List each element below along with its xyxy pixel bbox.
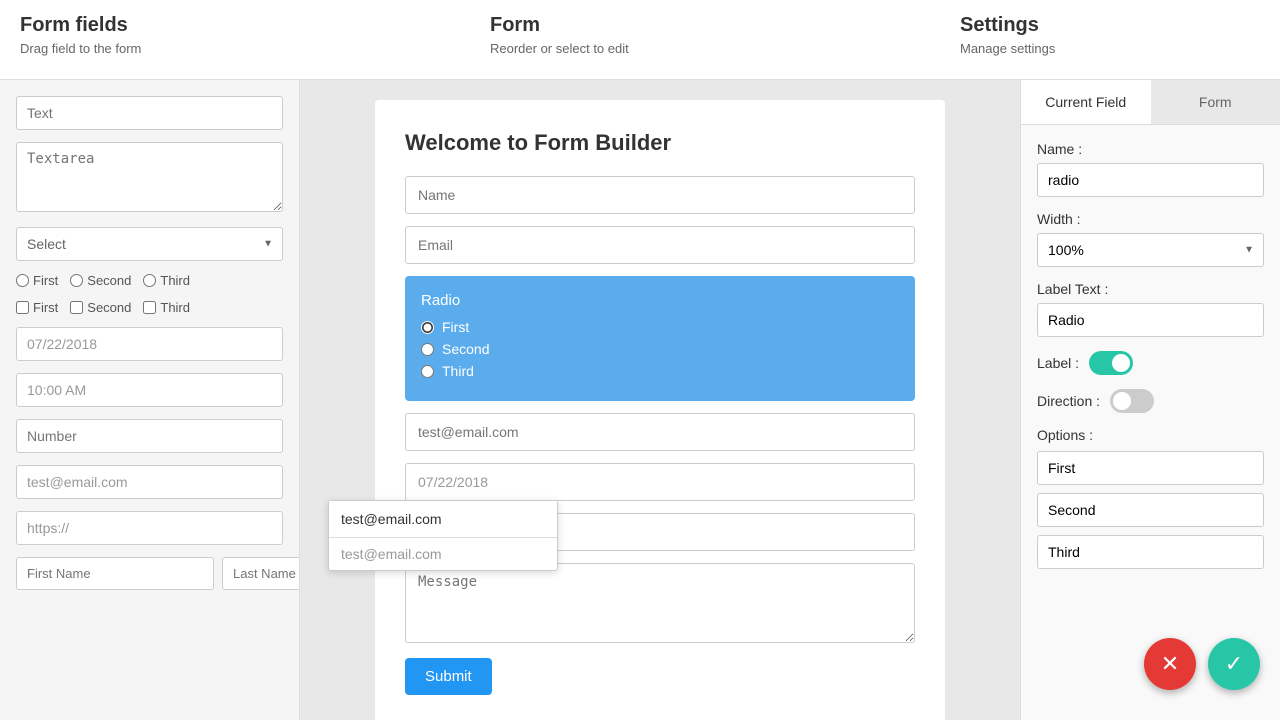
form-radio-option-first[interactable]: First — [421, 319, 899, 335]
setting-name-input[interactable] — [1037, 163, 1264, 197]
header-settings-subtitle: Manage settings — [960, 41, 1260, 56]
setting-label-toggle-row: Label : — [1037, 351, 1264, 375]
setting-width-select[interactable]: 100% 75% 50% 25% — [1037, 233, 1264, 267]
setting-direction-toggle[interactable] — [1110, 389, 1154, 413]
settings-tabs: Current Field Form — [1021, 80, 1280, 125]
header-settings: Settings Manage settings — [960, 14, 1260, 56]
form-radio-option-second[interactable]: Second — [421, 341, 899, 357]
textarea-field-input[interactable] — [16, 142, 283, 212]
lastname-field-input[interactable] — [222, 557, 300, 590]
radio-option-first[interactable]: First — [16, 273, 58, 288]
setting-option3-input[interactable] — [1037, 535, 1264, 569]
email-field-input[interactable] — [16, 465, 283, 499]
header-form-title: Form — [490, 14, 960, 37]
radio-option-second[interactable]: Second — [70, 273, 131, 288]
form-message-input[interactable] — [405, 563, 915, 643]
header-form-fields-title: Form fields — [20, 14, 490, 37]
time-field-input[interactable] — [16, 373, 283, 407]
time-field-item — [16, 373, 283, 407]
fab-confirm-button[interactable]: ✓ — [1208, 638, 1260, 690]
form-radio-option-third[interactable]: Third — [421, 363, 899, 379]
form-title: Welcome to Form Builder — [405, 130, 915, 156]
setting-label-toggle-label: Label : — [1037, 355, 1079, 371]
setting-width-select-wrapper: 100% 75% 50% 25% — [1037, 233, 1264, 267]
checkbox-option-third[interactable]: Third — [143, 300, 190, 315]
form-submit-button[interactable]: Submit — [405, 658, 492, 695]
setting-label-toggle[interactable] — [1089, 351, 1133, 375]
tab-form[interactable]: Form — [1151, 80, 1280, 124]
setting-direction-toggle-label: Direction : — [1037, 393, 1100, 409]
radio-option-third[interactable]: Third — [143, 273, 190, 288]
autocomplete-input[interactable] — [329, 501, 557, 538]
checkbox-option-second[interactable]: Second — [70, 300, 131, 315]
date-field-item — [16, 327, 283, 361]
setting-direction-toggle-row: Direction : — [1037, 389, 1264, 413]
tab-current-field[interactable]: Current Field — [1021, 80, 1151, 124]
email-field-item — [16, 465, 283, 499]
number-field-item — [16, 419, 283, 453]
settings-body: Name : Width : 100% 75% 50% 25% Label Te… — [1021, 125, 1280, 607]
url-field-item — [16, 511, 283, 545]
form-radio-label: Radio — [421, 292, 899, 309]
date-field-input[interactable] — [16, 327, 283, 361]
text-field-item — [16, 96, 283, 130]
setting-option2-input[interactable] — [1037, 493, 1264, 527]
checkbox-group: First Second Third — [16, 300, 283, 315]
firstname-field-input[interactable] — [16, 557, 214, 590]
setting-label-text-input[interactable] — [1037, 303, 1264, 337]
header-form-subtitle: Reorder or select to edit — [490, 41, 960, 56]
form-date-input[interactable] — [405, 463, 915, 501]
fab-cancel-button[interactable]: ✕ — [1144, 638, 1196, 690]
setting-label-text-label: Label Text : — [1037, 281, 1264, 297]
right-panel: Current Field Form Name : Width : 100% 7… — [1020, 80, 1280, 720]
setting-option1-input[interactable] — [1037, 451, 1264, 485]
number-field-input[interactable] — [16, 419, 283, 453]
setting-width-label: Width : — [1037, 211, 1264, 227]
radio-group: First Second Third — [16, 273, 283, 288]
left-panel: Select First Second Third — [0, 80, 300, 720]
setting-options-label: Options : — [1037, 427, 1264, 443]
checkbox-field-item: First Second Third — [16, 300, 283, 315]
select-field-input[interactable]: Select — [16, 227, 283, 261]
setting-label-toggle-slider — [1089, 351, 1133, 375]
form-email2-input[interactable] — [405, 413, 915, 451]
fab-area: ✕ ✓ — [1144, 638, 1260, 690]
setting-width-row: Width : 100% 75% 50% 25% — [1037, 211, 1264, 267]
setting-options-section: Options : — [1037, 427, 1264, 577]
center-panel: Welcome to Form Builder Radio First Seco… — [300, 80, 1020, 720]
setting-direction-toggle-slider — [1110, 389, 1154, 413]
header-settings-title: Settings — [960, 14, 1260, 37]
header-form-fields: Form fields Drag field to the form — [20, 14, 490, 56]
main-layout: Select First Second Third — [0, 80, 1280, 720]
select-field-item: Select — [16, 227, 283, 261]
autocomplete-popup: test@email.com — [328, 500, 558, 571]
text-field-input[interactable] — [16, 96, 283, 130]
header-form: Form Reorder or select to edit — [490, 14, 960, 56]
header-form-fields-subtitle: Drag field to the form — [20, 41, 490, 56]
setting-label-text-row: Label Text : — [1037, 281, 1264, 337]
radio-field-item: First Second Third — [16, 273, 283, 288]
form-card: Welcome to Form Builder Radio First Seco… — [375, 100, 945, 720]
form-email-input[interactable] — [405, 226, 915, 264]
url-field-input[interactable] — [16, 511, 283, 545]
textarea-field-item — [16, 142, 283, 215]
autocomplete-suggestion[interactable]: test@email.com — [329, 538, 557, 570]
setting-name-label: Name : — [1037, 141, 1264, 157]
checkbox-option-first[interactable]: First — [16, 300, 58, 315]
form-name-input[interactable] — [405, 176, 915, 214]
setting-name-row: Name : — [1037, 141, 1264, 197]
form-radio-block[interactable]: Radio First Second Third — [405, 276, 915, 401]
name-row-field-item — [16, 557, 283, 590]
header: Form fields Drag field to the form Form … — [0, 0, 1280, 80]
